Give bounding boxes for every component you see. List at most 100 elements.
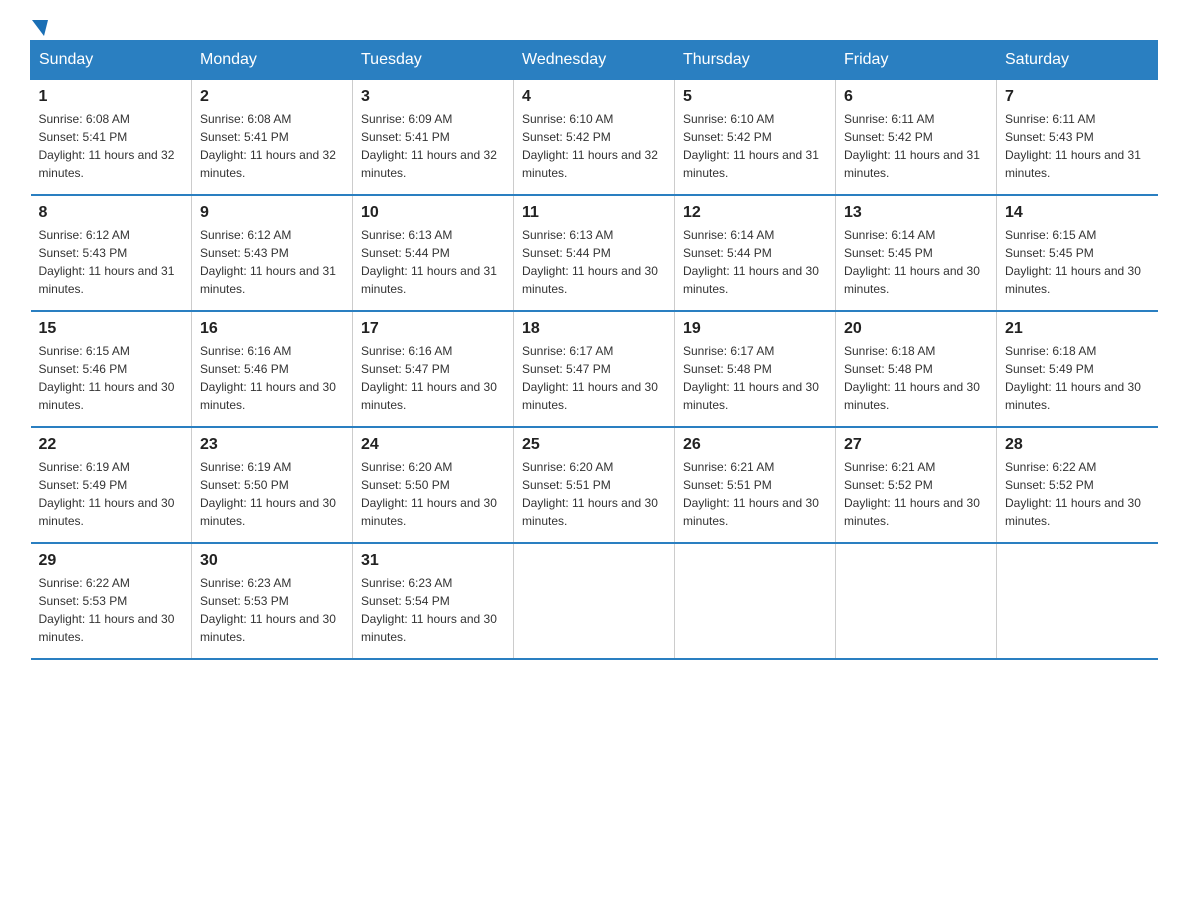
day-number: 1 — [39, 88, 184, 106]
day-number: 19 — [683, 320, 827, 338]
calendar-cell — [675, 543, 836, 659]
day-info: Sunrise: 6:17 AMSunset: 5:48 PMDaylight:… — [683, 344, 819, 412]
day-number: 25 — [522, 436, 666, 454]
day-info: Sunrise: 6:17 AMSunset: 5:47 PMDaylight:… — [522, 344, 658, 412]
calendar-cell: 5 Sunrise: 6:10 AMSunset: 5:42 PMDayligh… — [675, 80, 836, 196]
weekday-header-tuesday: Tuesday — [353, 41, 514, 80]
day-info: Sunrise: 6:19 AMSunset: 5:49 PMDaylight:… — [39, 460, 175, 528]
calendar-cell: 21 Sunrise: 6:18 AMSunset: 5:49 PMDaylig… — [997, 311, 1158, 427]
day-info: Sunrise: 6:21 AMSunset: 5:51 PMDaylight:… — [683, 460, 819, 528]
day-number: 24 — [361, 436, 505, 454]
calendar-cell: 13 Sunrise: 6:14 AMSunset: 5:45 PMDaylig… — [836, 195, 997, 311]
calendar-week-row: 29 Sunrise: 6:22 AMSunset: 5:53 PMDaylig… — [31, 543, 1158, 659]
day-number: 27 — [844, 436, 988, 454]
day-number: 3 — [361, 88, 505, 106]
day-info: Sunrise: 6:16 AMSunset: 5:46 PMDaylight:… — [200, 344, 336, 412]
calendar-cell: 20 Sunrise: 6:18 AMSunset: 5:48 PMDaylig… — [836, 311, 997, 427]
calendar-cell: 31 Sunrise: 6:23 AMSunset: 5:54 PMDaylig… — [353, 543, 514, 659]
day-info: Sunrise: 6:08 AMSunset: 5:41 PMDaylight:… — [200, 112, 336, 180]
calendar-cell: 26 Sunrise: 6:21 AMSunset: 5:51 PMDaylig… — [675, 427, 836, 543]
calendar-week-row: 8 Sunrise: 6:12 AMSunset: 5:43 PMDayligh… — [31, 195, 1158, 311]
calendar-cell: 12 Sunrise: 6:14 AMSunset: 5:44 PMDaylig… — [675, 195, 836, 311]
day-info: Sunrise: 6:21 AMSunset: 5:52 PMDaylight:… — [844, 460, 980, 528]
day-info: Sunrise: 6:23 AMSunset: 5:53 PMDaylight:… — [200, 576, 336, 644]
day-info: Sunrise: 6:11 AMSunset: 5:42 PMDaylight:… — [844, 112, 980, 180]
calendar-cell: 9 Sunrise: 6:12 AMSunset: 5:43 PMDayligh… — [192, 195, 353, 311]
day-number: 17 — [361, 320, 505, 338]
calendar-cell: 28 Sunrise: 6:22 AMSunset: 5:52 PMDaylig… — [997, 427, 1158, 543]
calendar-week-row: 22 Sunrise: 6:19 AMSunset: 5:49 PMDaylig… — [31, 427, 1158, 543]
day-info: Sunrise: 6:18 AMSunset: 5:48 PMDaylight:… — [844, 344, 980, 412]
weekday-header-saturday: Saturday — [997, 41, 1158, 80]
day-number: 14 — [1005, 204, 1150, 222]
day-number: 16 — [200, 320, 344, 338]
day-number: 30 — [200, 552, 344, 570]
calendar-cell: 24 Sunrise: 6:20 AMSunset: 5:50 PMDaylig… — [353, 427, 514, 543]
day-number: 9 — [200, 204, 344, 222]
logo-arrow-icon — [32, 20, 48, 36]
day-info: Sunrise: 6:22 AMSunset: 5:53 PMDaylight:… — [39, 576, 175, 644]
calendar-cell: 4 Sunrise: 6:10 AMSunset: 5:42 PMDayligh… — [514, 80, 675, 196]
weekday-header-monday: Monday — [192, 41, 353, 80]
calendar-cell: 8 Sunrise: 6:12 AMSunset: 5:43 PMDayligh… — [31, 195, 192, 311]
day-info: Sunrise: 6:12 AMSunset: 5:43 PMDaylight:… — [39, 228, 175, 296]
day-number: 7 — [1005, 88, 1150, 106]
day-number: 10 — [361, 204, 505, 222]
day-number: 8 — [39, 204, 184, 222]
day-number: 21 — [1005, 320, 1150, 338]
day-info: Sunrise: 6:20 AMSunset: 5:50 PMDaylight:… — [361, 460, 497, 528]
page-header — [30, 20, 1158, 30]
day-number: 22 — [39, 436, 184, 454]
day-info: Sunrise: 6:15 AMSunset: 5:46 PMDaylight:… — [39, 344, 175, 412]
day-info: Sunrise: 6:13 AMSunset: 5:44 PMDaylight:… — [522, 228, 658, 296]
calendar-cell — [514, 543, 675, 659]
day-number: 13 — [844, 204, 988, 222]
day-number: 4 — [522, 88, 666, 106]
day-number: 26 — [683, 436, 827, 454]
calendar-cell: 17 Sunrise: 6:16 AMSunset: 5:47 PMDaylig… — [353, 311, 514, 427]
day-number: 2 — [200, 88, 344, 106]
calendar-cell: 14 Sunrise: 6:15 AMSunset: 5:45 PMDaylig… — [997, 195, 1158, 311]
day-info: Sunrise: 6:14 AMSunset: 5:45 PMDaylight:… — [844, 228, 980, 296]
day-number: 12 — [683, 204, 827, 222]
calendar-cell: 27 Sunrise: 6:21 AMSunset: 5:52 PMDaylig… — [836, 427, 997, 543]
day-info: Sunrise: 6:12 AMSunset: 5:43 PMDaylight:… — [200, 228, 336, 296]
calendar-table: SundayMondayTuesdayWednesdayThursdayFrid… — [30, 40, 1158, 660]
day-info: Sunrise: 6:09 AMSunset: 5:41 PMDaylight:… — [361, 112, 497, 180]
logo — [30, 20, 48, 30]
calendar-cell: 16 Sunrise: 6:16 AMSunset: 5:46 PMDaylig… — [192, 311, 353, 427]
day-info: Sunrise: 6:15 AMSunset: 5:45 PMDaylight:… — [1005, 228, 1141, 296]
day-number: 18 — [522, 320, 666, 338]
calendar-cell: 7 Sunrise: 6:11 AMSunset: 5:43 PMDayligh… — [997, 80, 1158, 196]
calendar-cell: 6 Sunrise: 6:11 AMSunset: 5:42 PMDayligh… — [836, 80, 997, 196]
day-number: 29 — [39, 552, 184, 570]
calendar-cell: 19 Sunrise: 6:17 AMSunset: 5:48 PMDaylig… — [675, 311, 836, 427]
calendar-cell — [836, 543, 997, 659]
day-number: 28 — [1005, 436, 1150, 454]
weekday-header-row: SundayMondayTuesdayWednesdayThursdayFrid… — [31, 41, 1158, 80]
day-info: Sunrise: 6:20 AMSunset: 5:51 PMDaylight:… — [522, 460, 658, 528]
calendar-cell: 18 Sunrise: 6:17 AMSunset: 5:47 PMDaylig… — [514, 311, 675, 427]
day-number: 23 — [200, 436, 344, 454]
day-number: 11 — [522, 204, 666, 222]
day-info: Sunrise: 6:10 AMSunset: 5:42 PMDaylight:… — [683, 112, 819, 180]
calendar-cell: 22 Sunrise: 6:19 AMSunset: 5:49 PMDaylig… — [31, 427, 192, 543]
day-number: 6 — [844, 88, 988, 106]
day-info: Sunrise: 6:14 AMSunset: 5:44 PMDaylight:… — [683, 228, 819, 296]
weekday-header-wednesday: Wednesday — [514, 41, 675, 80]
calendar-cell — [997, 543, 1158, 659]
day-info: Sunrise: 6:10 AMSunset: 5:42 PMDaylight:… — [522, 112, 658, 180]
calendar-cell: 23 Sunrise: 6:19 AMSunset: 5:50 PMDaylig… — [192, 427, 353, 543]
day-info: Sunrise: 6:11 AMSunset: 5:43 PMDaylight:… — [1005, 112, 1141, 180]
calendar-cell: 25 Sunrise: 6:20 AMSunset: 5:51 PMDaylig… — [514, 427, 675, 543]
calendar-week-row: 1 Sunrise: 6:08 AMSunset: 5:41 PMDayligh… — [31, 80, 1158, 196]
calendar-cell: 30 Sunrise: 6:23 AMSunset: 5:53 PMDaylig… — [192, 543, 353, 659]
calendar-cell: 29 Sunrise: 6:22 AMSunset: 5:53 PMDaylig… — [31, 543, 192, 659]
day-number: 20 — [844, 320, 988, 338]
day-number: 31 — [361, 552, 505, 570]
calendar-cell: 2 Sunrise: 6:08 AMSunset: 5:41 PMDayligh… — [192, 80, 353, 196]
weekday-header-sunday: Sunday — [31, 41, 192, 80]
calendar-cell: 11 Sunrise: 6:13 AMSunset: 5:44 PMDaylig… — [514, 195, 675, 311]
day-info: Sunrise: 6:22 AMSunset: 5:52 PMDaylight:… — [1005, 460, 1141, 528]
day-info: Sunrise: 6:16 AMSunset: 5:47 PMDaylight:… — [361, 344, 497, 412]
